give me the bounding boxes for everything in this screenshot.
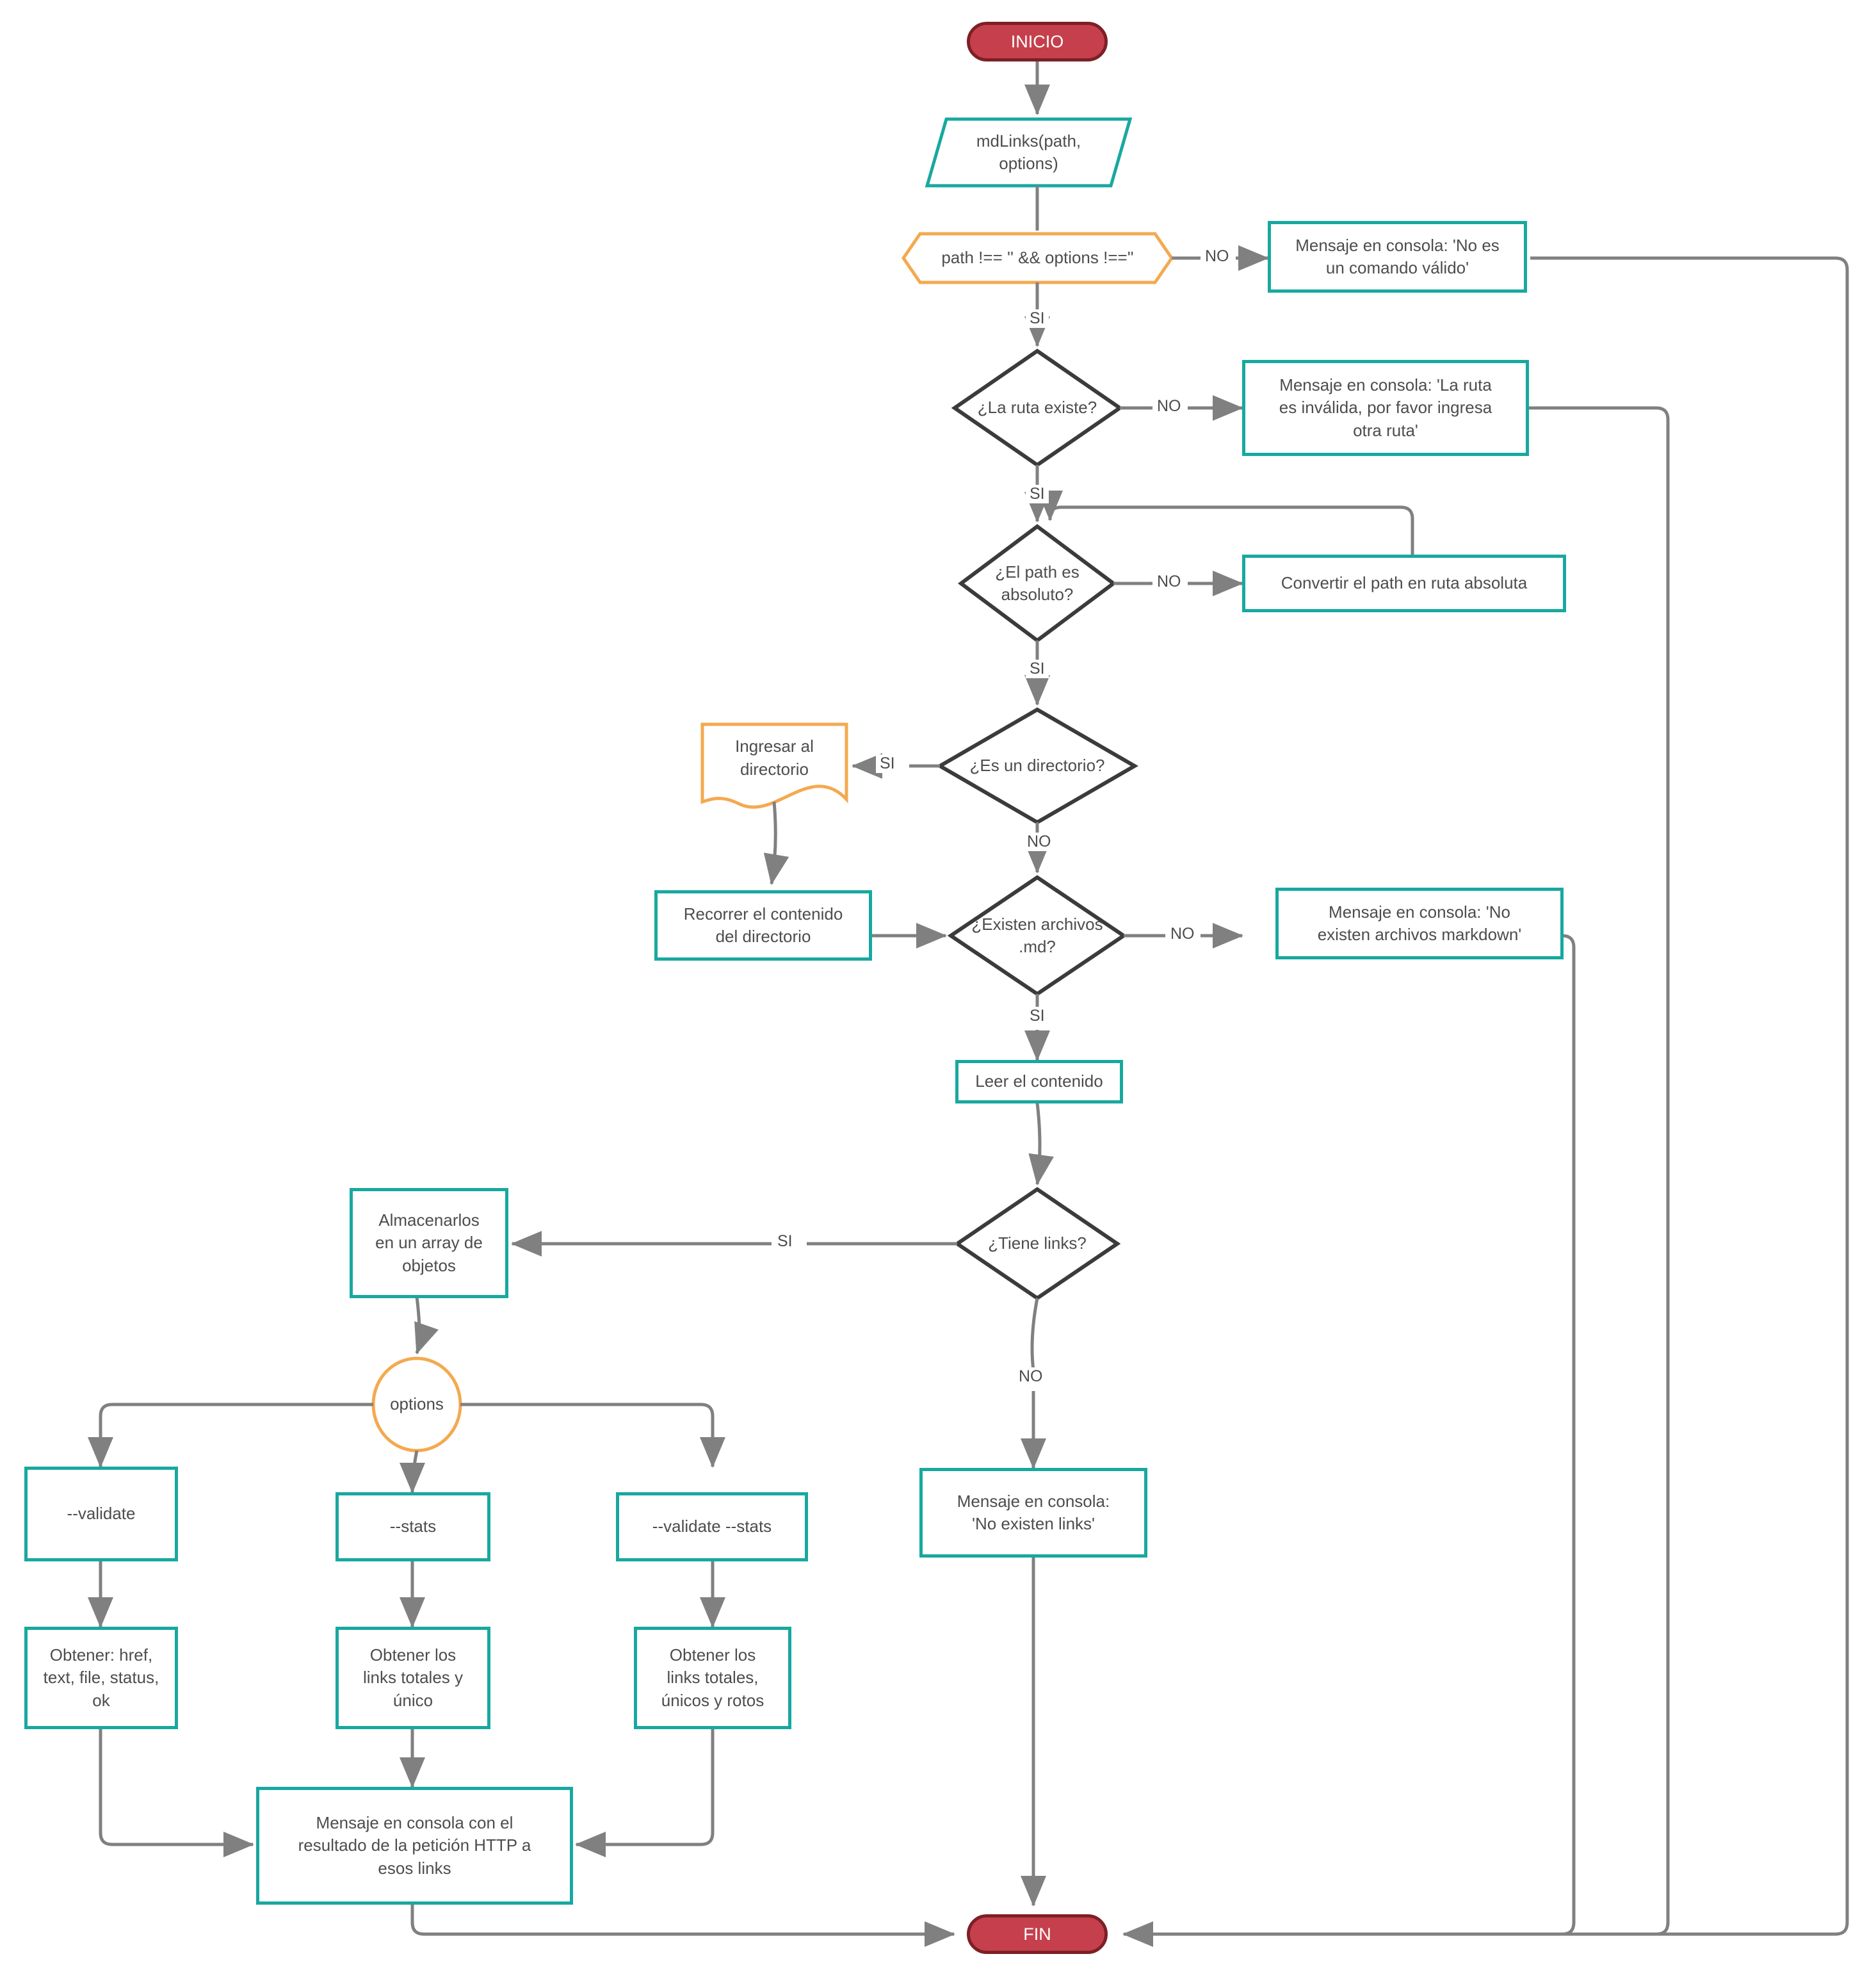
edge-ingresar-recorrer bbox=[763, 801, 789, 885]
node-opt-validate[interactable]: --validate bbox=[24, 1467, 178, 1561]
edge-label-si2: SI bbox=[1026, 485, 1049, 503]
node-obtener-totales-rotos[interactable]: Obtener los links totales, únicos y roto… bbox=[634, 1627, 791, 1729]
flowchart-canvas: INICIO mdLinks(path, options) path !== '… bbox=[0, 0, 1876, 1986]
edge-label-si-dir: SI bbox=[876, 754, 899, 773]
node-msg-http-label: Mensaje en consola con el resultado de l… bbox=[298, 1813, 531, 1878]
node-inicio-label: INICIO bbox=[1010, 31, 1064, 51]
node-msg-http[interactable]: Mensaje en consola con el resultado de l… bbox=[256, 1787, 573, 1905]
node-msg-no-markdown-label: Mensaje en consola: 'No existen archivos… bbox=[1317, 902, 1522, 944]
node-leer-contenido-label: Leer el contenido bbox=[975, 1071, 1103, 1091]
dec-ruta-existe-shape bbox=[951, 348, 1124, 468]
node-opt-stats[interactable]: --stats bbox=[336, 1492, 490, 1561]
ingresar-directorio-shape bbox=[700, 722, 848, 809]
edge-label-no2: NO bbox=[1153, 397, 1185, 416]
edge-label-no3: NO bbox=[1153, 573, 1185, 591]
return-no-markdown bbox=[1127, 934, 1576, 1936]
node-convertir-path[interactable]: Convertir el path en ruta absoluta bbox=[1242, 555, 1566, 612]
connectors-layer bbox=[88, 58, 1849, 1947]
node-opt-validate-label: --validate bbox=[67, 1504, 136, 1524]
edge-obtener-rotos-http bbox=[574, 1729, 715, 1857]
edge-label-no-md: NO bbox=[1167, 925, 1199, 943]
edge-options-stats bbox=[400, 1450, 426, 1494]
edge-options-validate bbox=[88, 1403, 373, 1469]
node-almacenarlos-label: Almacenarlos en un array de objetos bbox=[375, 1210, 483, 1275]
return-ruta-invalida bbox=[1127, 406, 1670, 1936]
dec-es-directorio-shape bbox=[936, 707, 1138, 825]
node-recorrer-directorio[interactable]: Recorrer el contenido del directorio bbox=[654, 890, 872, 961]
options-shape bbox=[371, 1356, 462, 1453]
node-opt-validate-stats[interactable]: --validate --stats bbox=[616, 1492, 808, 1561]
node-recorrer-directorio-label: Recorrer el contenido del directorio bbox=[683, 904, 843, 946]
edge-almacenar-options bbox=[414, 1296, 439, 1355]
node-obtener-href-label: Obtener: href, text, file, status, ok bbox=[43, 1645, 159, 1710]
node-inicio[interactable]: INICIO bbox=[967, 22, 1108, 61]
edge-label-si1: SI bbox=[1026, 309, 1049, 328]
cond-path-options-shape bbox=[901, 232, 1174, 284]
edge-label-no1: NO bbox=[1201, 247, 1233, 266]
node-obtener-totales-rotos-label: Obtener los links totales, únicos y roto… bbox=[661, 1645, 764, 1710]
edge-obtener-href-http bbox=[99, 1729, 255, 1857]
node-leer-contenido[interactable]: Leer el contenido bbox=[955, 1060, 1123, 1103]
node-obtener-totales-unico-label: Obtener los links totales y único bbox=[362, 1645, 464, 1710]
dec-tiene-links-shape bbox=[953, 1187, 1121, 1301]
node-msg-ruta-invalida-label: Mensaje en consola: 'La ruta es inválida… bbox=[1279, 375, 1492, 440]
node-fin[interactable]: FIN bbox=[967, 1914, 1108, 1954]
node-obtener-href[interactable]: Obtener: href, text, file, status, ok bbox=[24, 1627, 178, 1729]
node-msg-no-links[interactable]: Mensaje en consola: 'No existen links' bbox=[919, 1468, 1147, 1558]
dec-path-absoluto-shape bbox=[957, 524, 1117, 643]
edge-label-si-md: SI bbox=[1026, 1007, 1049, 1025]
node-msg-no-markdown[interactable]: Mensaje en consola: 'No existen archivos… bbox=[1275, 888, 1564, 959]
node-msg-ruta-invalida[interactable]: Mensaje en consola: 'La ruta es inválida… bbox=[1242, 360, 1529, 456]
edge-label-no-dir: NO bbox=[1023, 833, 1055, 851]
node-obtener-totales-unico[interactable]: Obtener los links totales y único bbox=[336, 1627, 490, 1729]
edge-label-si-links: SI bbox=[773, 1232, 796, 1251]
edge-label-si3: SI bbox=[1026, 660, 1049, 678]
edge-options-validate-stats bbox=[460, 1403, 725, 1469]
node-fin-label: FIN bbox=[1023, 1924, 1051, 1944]
node-msg-no-comando[interactable]: Mensaje en consola: 'No es un comando vá… bbox=[1268, 221, 1527, 293]
edge-leer-links bbox=[1028, 1102, 1054, 1185]
dec-existen-md-shape bbox=[947, 875, 1128, 997]
node-convertir-path-label: Convertir el path en ruta absoluta bbox=[1281, 573, 1528, 593]
node-msg-no-comando-label: Mensaje en consola: 'No es un comando vá… bbox=[1295, 235, 1500, 277]
node-msg-no-links-label: Mensaje en consola: 'No existen links' bbox=[957, 1491, 1110, 1533]
node-opt-stats-label: --stats bbox=[389, 1517, 437, 1536]
node-almacenarlos[interactable]: Almacenarlos en un array de objetos bbox=[350, 1188, 508, 1298]
node-opt-validate-stats-label: --validate --stats bbox=[652, 1517, 772, 1536]
edge-http-fin bbox=[410, 1904, 956, 1947]
mdlinks-shape bbox=[925, 117, 1133, 188]
return-no-comando bbox=[1122, 256, 1849, 1947]
edge-label-no-links: NO bbox=[1015, 1367, 1047, 1386]
